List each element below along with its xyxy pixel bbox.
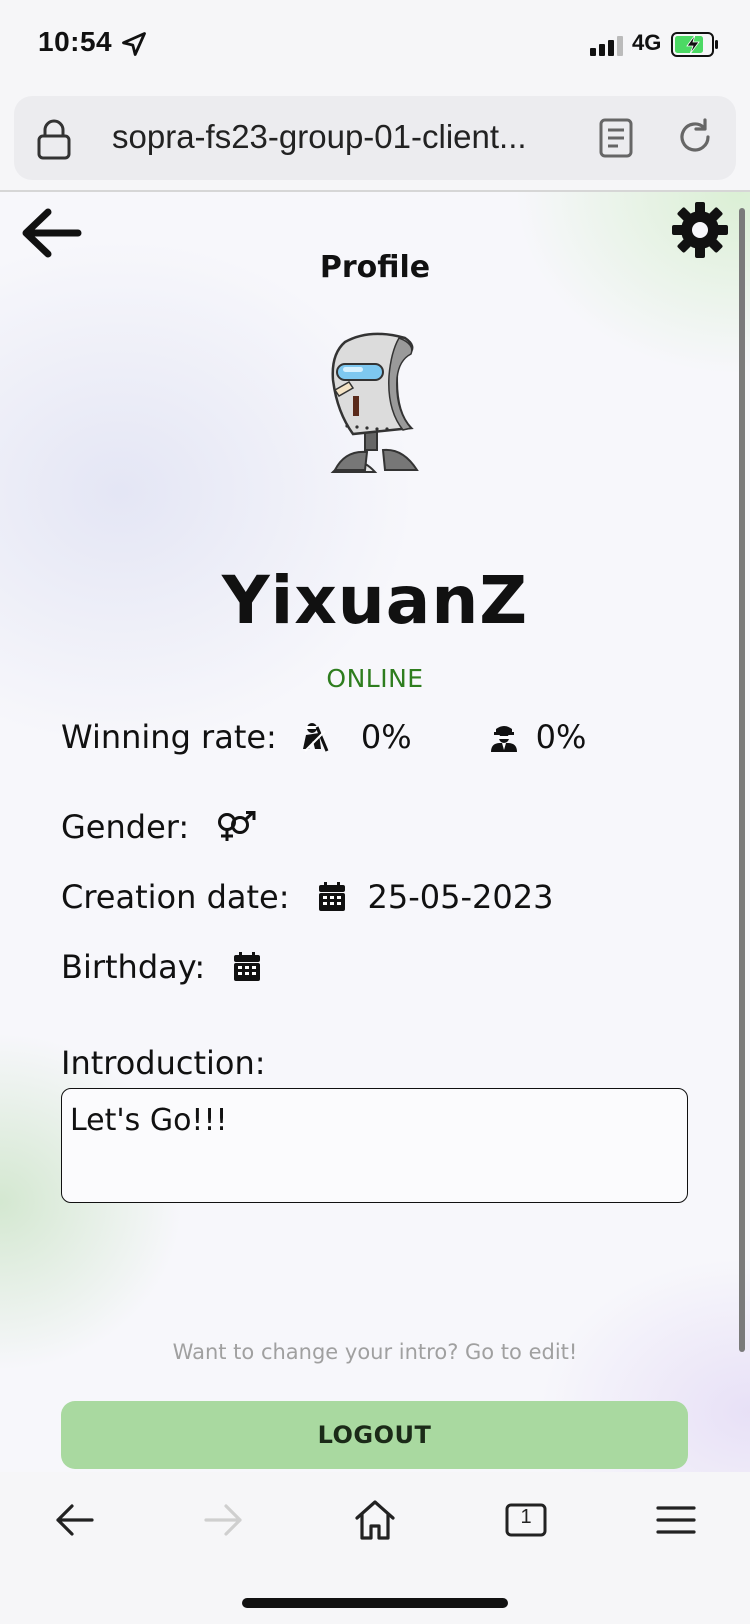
- winning-rate-value-2: 0%: [535, 718, 587, 756]
- url-text[interactable]: sopra-fs23-group-01-client...: [112, 118, 527, 156]
- profile-page: Profile YixuanZ ONLINE Winning rate: 0%: [0, 192, 750, 1472]
- tabs-button[interactable]: 1: [502, 1496, 550, 1544]
- gender-row: Gender:: [61, 808, 257, 846]
- birthday-label: Birthday:: [61, 948, 206, 986]
- menu-icon[interactable]: [652, 1496, 700, 1544]
- status-time: 10:54: [38, 26, 113, 57]
- online-status: ONLINE: [326, 664, 424, 693]
- lock-icon: [37, 119, 71, 160]
- creation-date-row: Creation date: 25-05-2023: [61, 878, 553, 916]
- logout-button[interactable]: LOGOUT: [61, 1401, 688, 1469]
- back-icon[interactable]: [50, 1496, 98, 1544]
- calendar-icon: [318, 882, 345, 911]
- winning-rate-row: Winning rate: 0% 0%: [61, 718, 586, 756]
- reader-mode-icon[interactable]: [598, 118, 634, 158]
- page-title: Profile: [319, 250, 431, 285]
- home-indicator[interactable]: [242, 1598, 508, 1608]
- status-bar: 10:54 4G: [0, 0, 750, 92]
- home-icon[interactable]: [351, 1496, 399, 1544]
- winning-rate-label: Winning rate:: [61, 718, 277, 756]
- scrollbar[interactable]: [739, 208, 745, 1352]
- calendar-icon: [234, 952, 261, 981]
- winning-rate-value-1: 0%: [360, 718, 412, 756]
- birthday-row: Birthday:: [61, 948, 283, 986]
- creation-date-value: 25-05-2023: [367, 878, 554, 916]
- username: YixuanZ: [221, 562, 529, 639]
- edit-hint: Want to change your intro? Go to edit!: [172, 1340, 578, 1364]
- robot-avatar: [330, 332, 419, 473]
- network-type: 4G: [632, 30, 662, 55]
- introduction-label: Introduction:: [61, 1044, 266, 1082]
- ninja-icon: [302, 723, 329, 752]
- gender-label: Gender:: [61, 808, 190, 846]
- tab-count: 1: [520, 1506, 532, 1528]
- location-arrow-icon: [122, 32, 146, 56]
- introduction-box: Let's Go!!!: [61, 1088, 688, 1203]
- signal-icon: [590, 36, 623, 56]
- venus-mars-icon: [218, 811, 256, 841]
- reload-icon[interactable]: [674, 116, 716, 158]
- battery-charging-icon: [671, 32, 718, 57]
- user-secret-icon: [490, 726, 517, 752]
- forward-icon[interactable]: [200, 1496, 248, 1544]
- address-bar[interactable]: sopra-fs23-group-01-client...: [14, 96, 736, 180]
- creation-date-label: Creation date:: [61, 878, 290, 916]
